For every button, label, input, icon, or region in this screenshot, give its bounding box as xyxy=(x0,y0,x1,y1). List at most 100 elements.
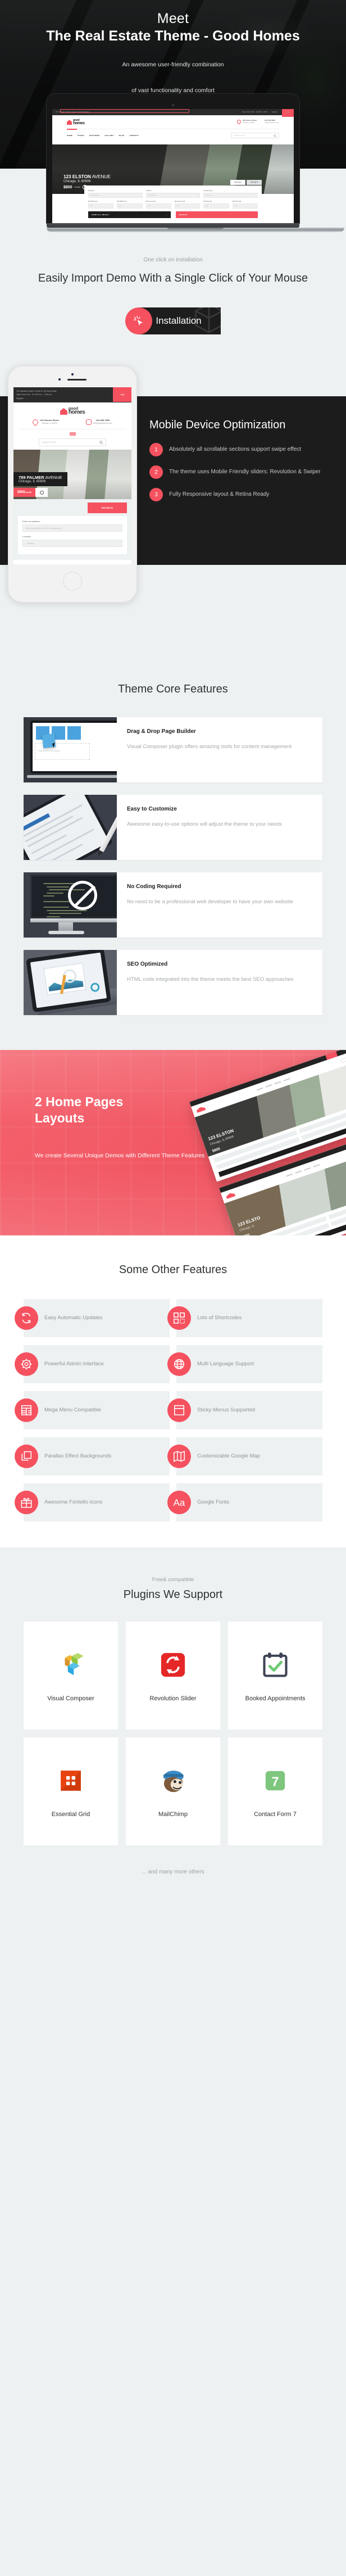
plugin-name: MailChimp xyxy=(158,1811,188,1818)
phone-site-logo[interactable]: good homes xyxy=(19,407,126,415)
phone-select-location[interactable]: - Country - ⌄ xyxy=(22,540,122,547)
label-min-price: Min Price ($) xyxy=(203,201,212,202)
phone-mockup: The Ultimate Insider's Guide to City Rea… xyxy=(8,366,137,603)
site-phone: 123-456-7890 info@goodhomes.com xyxy=(60,109,279,124)
phone-website-preview: The Ultimate Insider's Guide to City Rea… xyxy=(13,387,131,564)
laptop-mockup: The Ultimate Insider's Guide to City Rea… xyxy=(0,94,346,232)
feature-image-no-coding xyxy=(24,872,117,938)
mobile-feature-item: 3 Fully Responsive layout & Retina Ready xyxy=(149,488,340,501)
core-features-section: Theme Core Features Drag here to add wid… xyxy=(0,653,346,1050)
phone-icon xyxy=(60,109,189,113)
plugins-more-text: ... and many more others xyxy=(142,1869,204,1875)
home-pages-heading-line-2: Layouts xyxy=(35,1110,85,1125)
property-price-period: /month xyxy=(74,186,81,188)
feature-title: No Coding Required xyxy=(127,884,181,890)
mobile-optimization-section: The Ultimate Insider's Guide to City Rea… xyxy=(0,366,346,653)
phone-login-button[interactable]: Login xyxy=(113,387,131,402)
grid-blocks-icon xyxy=(167,1306,191,1330)
plugin-card[interactable]: Booked Appointments xyxy=(228,1622,322,1730)
phone-email: info@goodhomes.com xyxy=(93,422,112,425)
phone-icon xyxy=(85,419,92,425)
plugin-card[interactable]: Essential Grid xyxy=(24,1737,118,1845)
select-min-bedrooms[interactable]: Any ▾ xyxy=(88,203,114,209)
phone-home-button[interactable] xyxy=(63,572,82,591)
phone-search-button[interactable]: SEARCH xyxy=(88,502,127,514)
phone-search-placeholder: Search the Site xyxy=(42,441,56,444)
mega-menu-icon xyxy=(15,1398,38,1422)
field-min-price: Min Price ($) Any xyxy=(203,201,229,209)
phone-property-detail-icon[interactable] xyxy=(35,488,48,497)
label-property-type: Property Type xyxy=(203,190,213,192)
gear-icon xyxy=(15,1352,38,1376)
other-features-title: Some Other Features xyxy=(119,1264,227,1276)
search-button[interactable]: SEARCH › xyxy=(175,211,258,218)
select-min-bathrooms[interactable]: Any ▾ xyxy=(117,203,143,209)
booked-appointments-logo xyxy=(261,1647,290,1682)
label-max-area: Max Area (sq ft) xyxy=(174,201,185,202)
select-location[interactable]: Any Location ▾ xyxy=(145,193,201,198)
plugin-card[interactable]: Visual Composer xyxy=(24,1622,118,1730)
site-login-button[interactable]: Login xyxy=(282,109,294,117)
property-detail-icon[interactable] xyxy=(83,185,88,189)
site-search-form: FOR SALE FOR RENT Keyword Enter keyword … xyxy=(84,180,262,223)
hamburger-menu-icon[interactable] xyxy=(19,428,126,436)
site-register-link[interactable]: Register xyxy=(272,111,277,113)
input-min-area[interactable]: Any xyxy=(145,203,171,209)
site-navigation[interactable]: HOME PAGES FEATURES GALLERY BLOG CONTACT… xyxy=(67,129,279,138)
phone-search-form: SEARCH Enter an address Enter an address… xyxy=(13,499,131,560)
input-max-area[interactable]: Any xyxy=(174,203,201,209)
nav-item-pages[interactable]: PAGES xyxy=(78,134,84,137)
mobile-item-number: 2 xyxy=(149,465,163,479)
nav-item-contact[interactable]: CONTACT xyxy=(130,134,139,137)
plugin-card[interactable]: 7 Contact Form 7 xyxy=(228,1737,322,1845)
phone-search-input[interactable]: Search the Site xyxy=(39,438,106,447)
input-max-price[interactable]: Any xyxy=(232,203,258,209)
house-icon xyxy=(60,408,67,415)
property-title-bold: 123 ELSTON xyxy=(63,174,91,179)
phone-site-address: 123 Homes Street Chicago, IL 60606 xyxy=(31,418,59,427)
feature-card: No Coding Required No need to be a profe… xyxy=(24,872,322,938)
installation-button[interactable]: Installation xyxy=(125,307,221,334)
input-keyword[interactable]: Enter keyword xyxy=(88,193,143,198)
gift-icon xyxy=(15,1491,38,1514)
sticky-menu-icon xyxy=(167,1398,191,1422)
install-eyebrow: One click on installation xyxy=(143,257,203,263)
mobile-heading: Mobile Device Optimization xyxy=(149,419,286,431)
mobile-feature-item: 1 Absolutely all scrollable sections sup… xyxy=(149,443,340,456)
tab-for-rent[interactable]: FOR RENT xyxy=(246,180,262,185)
other-features-section: Some Other Features Easy Automatic Updat… xyxy=(0,1235,346,1547)
nav-item-blog[interactable]: BLOG xyxy=(119,134,125,137)
globe-icon xyxy=(167,1352,191,1376)
label-keyword: Keyword xyxy=(88,190,94,192)
plugin-card[interactable]: Revolution Slider xyxy=(126,1622,220,1730)
feature-card: SEO Optimized HTML code integrated into … xyxy=(24,950,322,1015)
plugin-card[interactable]: MailChimp xyxy=(126,1737,220,1845)
map-icon xyxy=(167,1445,191,1468)
nav-item-gallery[interactable]: GALLERY xyxy=(104,134,113,137)
home-pages-desc: We create Several Unique Demos with Diff… xyxy=(35,1152,205,1159)
site-logo[interactable]: good homes xyxy=(67,119,85,125)
phone-register-link[interactable]: Register xyxy=(16,397,129,400)
site-search-input[interactable]: Search the Site xyxy=(231,133,279,138)
layers-icon xyxy=(15,1445,38,1468)
view-all-deals-button[interactable]: VIEW ALL DEALS › xyxy=(88,211,171,218)
map-pin-icon xyxy=(236,119,242,125)
other-feature-card: Easy Automatic Updates xyxy=(15,1299,170,1337)
other-feature-label: Mega Menu Compatible xyxy=(44,1407,101,1414)
field-min-area: Min Area (sq ft) Any xyxy=(145,201,171,209)
phone-site-phone: 123-456-7890 info@goodhomes.com xyxy=(85,419,112,425)
phone-input-address[interactable]: Enter an address, city, ZIP or property … xyxy=(22,524,122,532)
plugin-name: Contact Form 7 xyxy=(254,1811,297,1818)
field-max-area: Max Area (sq ft) Any xyxy=(174,201,201,209)
hero-subtitle-line-1: An awesome user-friendly combination xyxy=(122,61,224,68)
other-feature-card: Awesome Fontello Icons xyxy=(15,1483,170,1522)
select-property-type[interactable]: Any Type ▾ xyxy=(203,193,258,198)
laptop-website-preview: The Ultimate Insider's Guide to City Rea… xyxy=(52,109,294,223)
nav-item-features[interactable]: FEATURES xyxy=(89,134,99,137)
tab-for-sale[interactable]: FOR SALE xyxy=(230,180,245,185)
input-min-price[interactable]: Any xyxy=(203,203,229,209)
nav-item-home[interactable]: HOME xyxy=(67,134,72,137)
laptop-camera-icon xyxy=(172,104,174,106)
other-feature-card: Lots of Shortcodes xyxy=(167,1299,322,1337)
feature-image-seo xyxy=(24,950,117,1015)
